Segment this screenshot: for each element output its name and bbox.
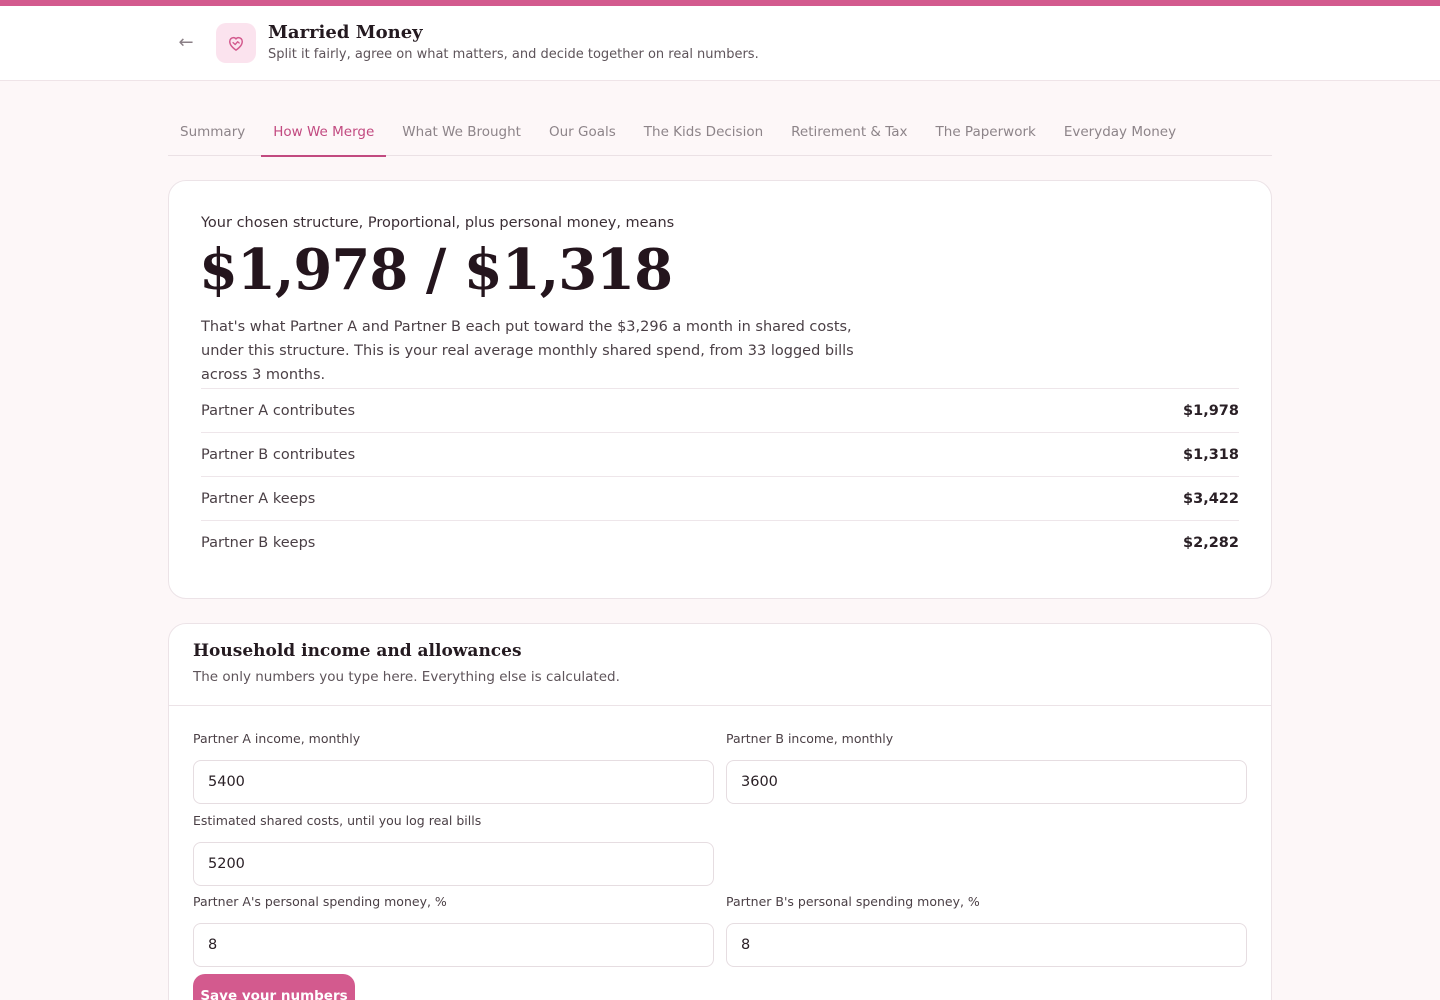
household-income-card: Household income and allowances The only… — [168, 623, 1272, 1000]
breakdown-row: Partner B contributes $1,318 — [201, 432, 1239, 476]
partner-b-income-label: Partner B income, monthly — [726, 731, 894, 746]
contribution-figure: $1,978 / $1,318 — [199, 237, 673, 303]
partner-a-personal-input[interactable] — [193, 923, 714, 967]
tab-the-kids-decision[interactable]: The Kids Decision — [632, 110, 775, 156]
app-title: Married Money — [268, 22, 423, 43]
app-logo — [216, 23, 256, 63]
app-subtitle: Split it fairly, agree on what matters, … — [268, 47, 759, 62]
contribution-explanation: That's what Partner A and Partner B each… — [201, 319, 854, 383]
heart-icon — [229, 36, 243, 51]
card-subtitle: The only numbers you type here. Everythi… — [193, 669, 620, 685]
breakdown-label: Partner A keeps — [201, 490, 316, 507]
breakdown-value: $1,978 — [1183, 402, 1239, 419]
card-title: Household income and allowances — [193, 641, 522, 661]
breakdown-row: Partner A keeps $3,422 — [201, 476, 1239, 520]
structure-intro: Your chosen structure, Proportional, plu… — [201, 215, 675, 231]
tab-our-goals[interactable]: Our Goals — [537, 110, 628, 156]
tab-what-we-brought[interactable]: What We Brought — [390, 110, 533, 156]
breakdown-row: Partner A contributes $1,978 — [201, 388, 1239, 432]
partner-a-income-label: Partner A income, monthly — [193, 731, 361, 746]
partner-a-personal-label: Partner A's personal spending money, % — [193, 894, 447, 909]
partner-b-income-input[interactable] — [726, 760, 1247, 804]
breakdown-label: Partner B contributes — [201, 446, 356, 463]
breakdown-row: Partner B keeps $2,282 — [201, 520, 1239, 564]
shared-costs-input[interactable] — [193, 842, 714, 886]
breakdown-label: Partner A contributes — [201, 402, 356, 419]
partner-b-personal-field: Partner B's personal spending money, % — [726, 894, 1247, 967]
tab-retirement-and-tax[interactable]: Retirement & Tax — [779, 110, 919, 156]
structure-summary-card: Your chosen structure, Proportional, plu… — [168, 180, 1272, 599]
tab-the-paperwork[interactable]: The Paperwork — [924, 110, 1048, 156]
app-header: ← Married Money Split it fairly, agree o… — [0, 6, 1440, 81]
tab-everyday-money[interactable]: Everyday Money — [1052, 110, 1188, 156]
breakdown-label: Partner B keeps — [201, 534, 316, 551]
partner-a-income-input[interactable] — [193, 760, 714, 804]
contribution-breakdown: Partner A contributes $1,978 Partner B c… — [201, 388, 1239, 564]
breakdown-value: $1,318 — [1183, 446, 1239, 463]
breakdown-value: $2,282 — [1183, 534, 1239, 551]
tab-how-we-merge[interactable]: How We Merge — [261, 110, 387, 157]
section-tabs: Summary How We Merge What We Brought Our… — [168, 110, 1272, 157]
partner-b-personal-label: Partner B's personal spending money, % — [726, 894, 980, 909]
partner-b-income-field: Partner B income, monthly — [726, 731, 1247, 804]
breakdown-value: $3,422 — [1183, 490, 1239, 507]
tab-summary[interactable]: Summary — [168, 110, 257, 156]
partner-a-income-field: Partner A income, monthly — [193, 731, 714, 804]
partner-a-personal-field: Partner A's personal spending money, % — [193, 894, 714, 967]
shared-costs-label: Estimated shared costs, until you log re… — [193, 813, 482, 828]
partner-b-personal-input[interactable] — [726, 923, 1247, 967]
save-numbers-button[interactable]: Save your numbers — [193, 974, 355, 1000]
back-button[interactable]: ← — [172, 31, 200, 55]
card-header: Household income and allowances The only… — [169, 624, 1271, 706]
arrow-left-icon: ← — [178, 32, 194, 53]
shared-costs-field: Estimated shared costs, until you log re… — [193, 813, 714, 886]
